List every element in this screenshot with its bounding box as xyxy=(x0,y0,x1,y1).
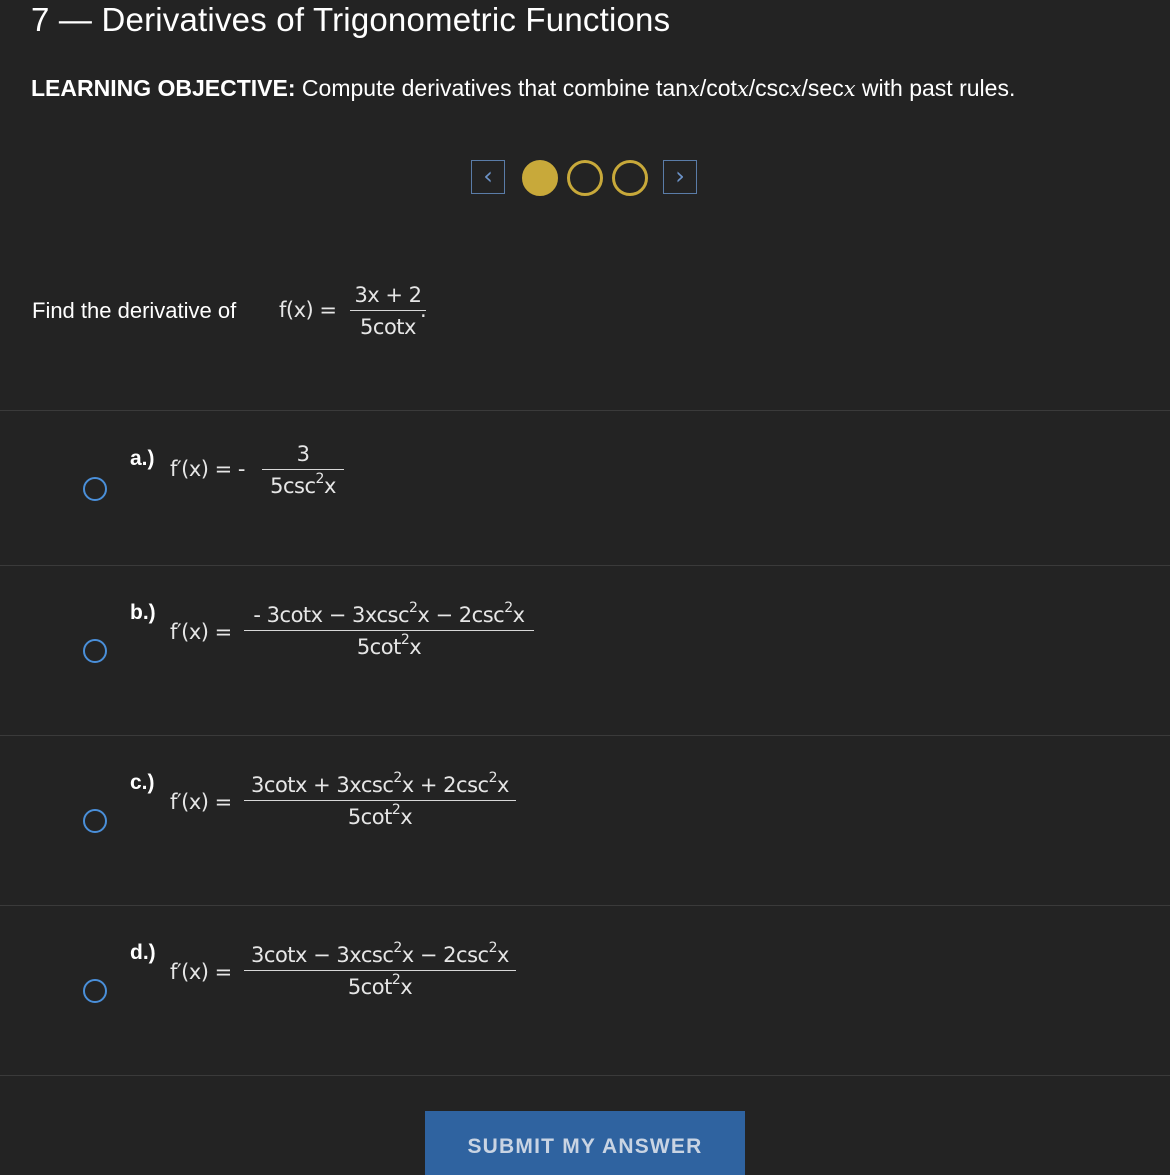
option-b-lhs: f′(x) = xyxy=(170,620,232,644)
option-d-den-var: x xyxy=(400,975,413,999)
objective-text-3: /csc xyxy=(748,75,790,101)
page-dot-3[interactable] xyxy=(612,160,648,196)
option-d-lhs: f′(x) = xyxy=(170,960,232,984)
option-d-num-exponent-2: 2 xyxy=(488,940,498,956)
question-text: Find the derivative of xyxy=(32,298,237,323)
quiz-page: 7 — Derivatives of Trigonometric Functio… xyxy=(0,0,1170,1175)
option-d-numerator: 3cotx − 3xcsc2x − 2csc2x xyxy=(244,940,516,968)
option-b-num-part-3: x xyxy=(512,603,525,627)
option-d-num-part-2: x − 2csc xyxy=(401,943,489,967)
question-fx: f(x) = xyxy=(279,298,337,322)
option-c-den-var: x xyxy=(400,805,413,829)
answer-option-c[interactable]: c.) f′(x) = 3cotx + 3xcsc2x + 2csc2x 5co… xyxy=(0,736,1170,905)
option-c-numerator: 3cotx + 3xcsc2x + 2csc2x xyxy=(244,770,516,798)
option-a-denominator: 5csc2x xyxy=(262,471,344,499)
submit-answer-button[interactable]: SUBMIT MY ANSWER xyxy=(425,1111,745,1175)
answer-option-d[interactable]: d.) f′(x) = 3cotx − 3xcsc2x − 2csc2x 5co… xyxy=(0,906,1170,1075)
objective-text-5: with past rules. xyxy=(855,75,1016,101)
answer-option-b[interactable]: b.) f′(x) = - 3cotx − 3xcsc2x − 2csc2x 5… xyxy=(0,566,1170,735)
objective-label: LEARNING OBJECTIVE: xyxy=(31,75,296,101)
question-denominator: 5cotx xyxy=(360,315,416,339)
learning-objective: LEARNING OBJECTIVE: Compute derivatives … xyxy=(31,72,1015,105)
radio-button-c[interactable] xyxy=(83,809,107,833)
option-b-num-part-1: - 3cotx − 3xcsc xyxy=(253,603,409,627)
option-b-denominator: 5cot2x xyxy=(244,632,534,660)
option-letter-a: a.) xyxy=(130,447,155,470)
option-d-fraction: 3cotx − 3xcsc2x − 2csc2x 5cot2x xyxy=(244,940,516,1000)
objective-text-4: /sec xyxy=(801,75,844,101)
option-c-den-part: 5cot xyxy=(347,805,393,829)
option-b-den-part: 5cot xyxy=(356,635,402,659)
objective-text-2: /cot xyxy=(699,75,737,101)
option-c-num-exponent-2: 2 xyxy=(488,770,498,786)
option-b-fraction: - 3cotx − 3xcsc2x − 2csc2x 5cot2x xyxy=(244,600,534,660)
fraction-bar xyxy=(350,310,426,311)
page-dot-1-active[interactable] xyxy=(522,160,558,196)
option-b-num-exponent-1: 2 xyxy=(409,600,418,616)
option-c-den-exponent: 2 xyxy=(391,802,401,818)
option-a-numerator: 3 xyxy=(296,442,310,466)
question-pager: ‹ › xyxy=(471,157,701,197)
chevron-right-icon[interactable]: › xyxy=(663,160,697,194)
option-d-num-part-1: 3cotx − 3xcsc xyxy=(251,943,394,967)
radio-button-d[interactable] xyxy=(83,979,107,1003)
page-dot-2[interactable] xyxy=(567,160,603,196)
option-d-den-exponent: 2 xyxy=(391,972,401,988)
page-title: 7 — Derivatives of Trigonometric Functio… xyxy=(31,1,671,38)
option-letter-d: d.) xyxy=(130,941,156,964)
option-b-num-exponent-2: 2 xyxy=(504,600,513,616)
option-a-den-exponent: 2 xyxy=(315,471,325,487)
objective-var-1: x xyxy=(688,77,700,101)
question-numerator: 3x + 2 xyxy=(354,283,422,307)
option-c-num-part-2: x + 2csc xyxy=(401,773,489,797)
option-c-denominator: 5cot2x xyxy=(244,802,516,830)
divider xyxy=(0,1075,1170,1076)
option-a-lhs: f′(x) = - xyxy=(170,457,246,481)
option-c-num-part-1: 3cotx + 3xcsc xyxy=(251,773,394,797)
option-a-den-part: 5csc xyxy=(270,474,316,498)
option-c-fraction: 3cotx + 3xcsc2x + 2csc2x 5cot2x xyxy=(244,770,516,830)
radio-button-a[interactable] xyxy=(83,477,107,501)
option-a-fraction: 3 5csc2x xyxy=(262,441,344,499)
question-period: . xyxy=(420,298,427,322)
objective-var-3: x xyxy=(789,77,802,101)
fraction-bar xyxy=(244,800,516,801)
fraction-bar xyxy=(244,970,516,971)
objective-var-4: x xyxy=(843,77,856,101)
option-b-den-var: x xyxy=(409,635,422,659)
option-b-numerator: - 3cotx − 3xcsc2x − 2csc2x xyxy=(244,600,534,628)
option-c-lhs: f′(x) = xyxy=(170,790,232,814)
objective-text-1: Compute derivatives that combine tan xyxy=(295,75,689,101)
option-c-num-exponent-1: 2 xyxy=(393,770,402,786)
fraction-bar xyxy=(262,469,344,470)
option-d-den-part: 5cot xyxy=(347,975,393,999)
option-b-num-part-2: x − 2csc xyxy=(417,603,505,627)
option-letter-c: c.) xyxy=(130,771,155,794)
question-fraction: 3x + 2 5cotx xyxy=(350,282,426,340)
option-c-num-part-3: x xyxy=(497,773,509,797)
option-b-den-exponent: 2 xyxy=(400,632,410,648)
option-d-num-exponent-1: 2 xyxy=(393,940,402,956)
option-d-num-part-3: x xyxy=(497,943,509,967)
option-letter-b: b.) xyxy=(130,601,156,624)
radio-button-b[interactable] xyxy=(83,639,107,663)
chevron-left-icon[interactable]: ‹ xyxy=(471,160,505,194)
objective-var-2: x xyxy=(736,77,749,101)
answer-option-a[interactable]: a.) f′(x) = - 3 5csc2x xyxy=(0,411,1170,565)
option-a-den-var: x xyxy=(323,474,336,498)
option-d-denominator: 5cot2x xyxy=(244,972,516,1000)
fraction-bar xyxy=(244,630,534,631)
